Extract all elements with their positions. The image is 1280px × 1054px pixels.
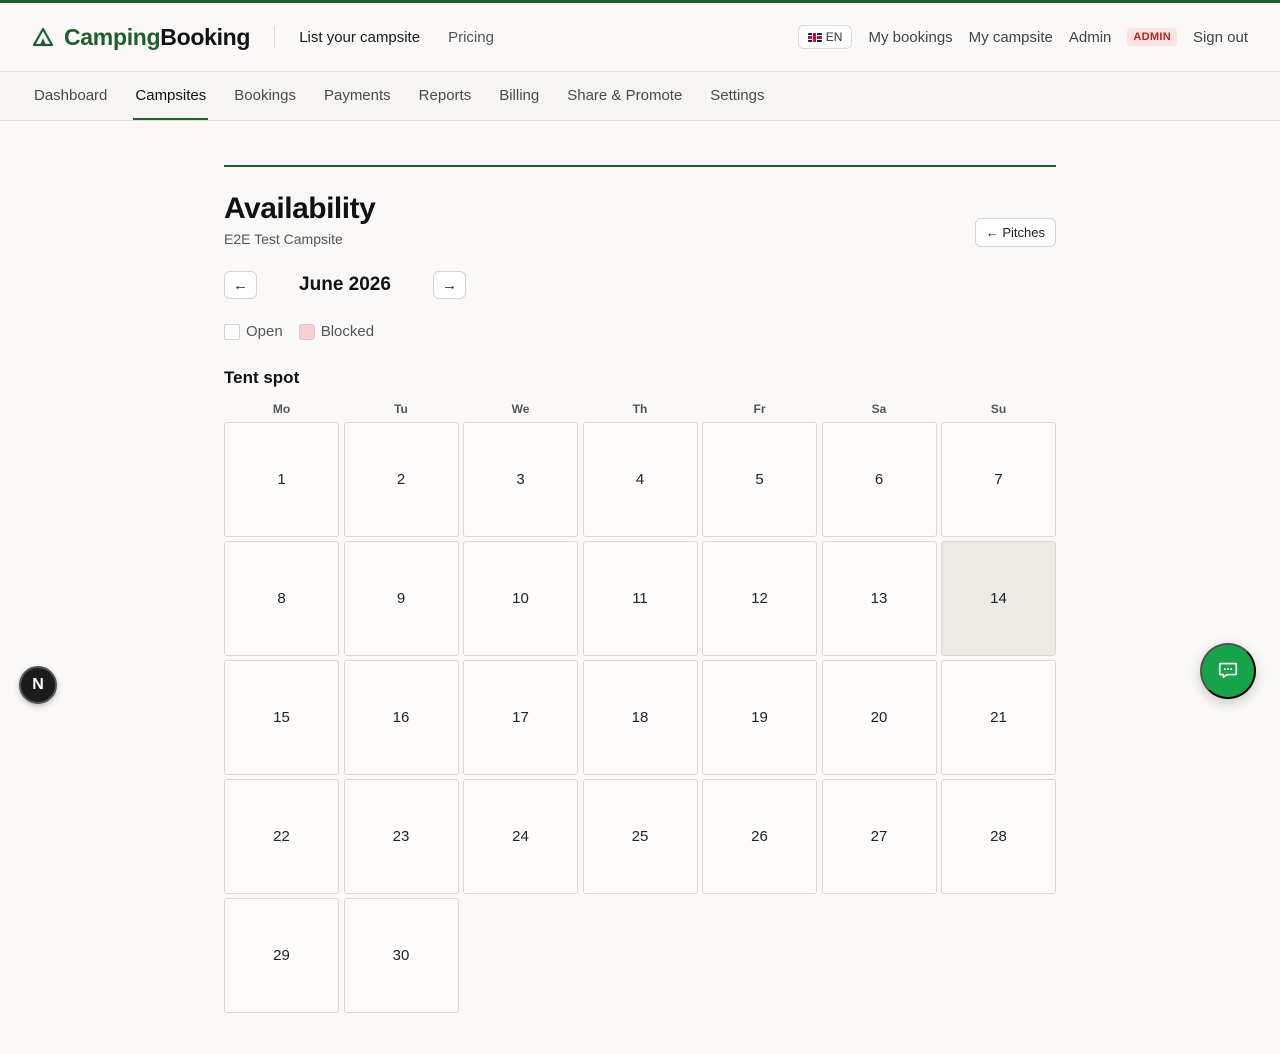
top-header: CampingBooking List your campsite Pricin… <box>0 3 1280 72</box>
page-title: Availability <box>224 192 376 225</box>
language-selector[interactable]: EN <box>797 25 853 49</box>
sign-out-link[interactable]: Sign out <box>1193 29 1248 46</box>
section-nav: Dashboard Campsites Bookings Payments Re… <box>0 72 1280 121</box>
weekday-label: Fr <box>753 402 766 416</box>
calendar-day[interactable]: 27 <box>821 779 937 894</box>
main-content: Availability E2E Test Campsite ← Pitches… <box>224 165 1056 1013</box>
calendar-day[interactable]: 22 <box>224 779 339 894</box>
header-divider <box>274 26 276 48</box>
uk-flag-icon <box>807 32 822 42</box>
calendar-day[interactable]: 11 <box>582 541 698 656</box>
calendar-day[interactable]: 20 <box>821 660 937 775</box>
weekday-label: Su <box>990 402 1007 416</box>
tab-settings[interactable]: Settings <box>708 72 766 120</box>
pitch-title: Tent spot <box>224 368 300 387</box>
calendar-day[interactable]: 8 <box>224 541 339 656</box>
calendar-day[interactable]: 23 <box>343 779 459 894</box>
tent-icon <box>32 27 54 47</box>
calendar-day[interactable]: 28 <box>941 779 1056 894</box>
n-badge[interactable]: N <box>19 666 57 704</box>
legend-open: Open <box>224 323 283 340</box>
tab-bookings[interactable]: Bookings <box>232 72 298 120</box>
legend: Open Blocked <box>224 323 1056 340</box>
calendar-day[interactable]: 24 <box>463 779 578 894</box>
legend-open-label: Open <box>246 323 283 340</box>
back-to-pitches-button[interactable]: ← Pitches <box>974 218 1056 247</box>
tab-payments[interactable]: Payments <box>322 72 393 120</box>
calendar-day[interactable]: 14 <box>941 541 1056 656</box>
weekday-header: Mo Tu We Th Fr Sa Su <box>224 402 1056 416</box>
calendar-day[interactable]: 7 <box>941 422 1056 537</box>
calendar-day[interactable]: 6 <box>821 422 937 537</box>
top-links: List your campsite Pricing <box>299 29 494 46</box>
calendar-day[interactable]: 13 <box>821 541 937 656</box>
legend-blocked: Blocked <box>298 323 375 340</box>
admin-badge: ADMIN <box>1127 28 1177 46</box>
calendar-day[interactable]: 29 <box>224 898 339 1013</box>
language-label: EN <box>825 30 843 44</box>
calendar-day[interactable]: 10 <box>463 541 578 656</box>
brand-name-part2: Booking <box>160 23 251 50</box>
my-bookings-link[interactable]: My bookings <box>868 29 952 46</box>
weekday-label: Th <box>632 402 648 416</box>
list-campsite-link[interactable]: List your campsite <box>299 29 420 46</box>
page-header: Availability E2E Test Campsite ← Pitches <box>224 191 1056 247</box>
section-rule <box>224 165 1056 167</box>
month-label: June 2026 <box>299 274 391 295</box>
pricing-link[interactable]: Pricing <box>448 29 494 46</box>
next-month-button[interactable]: → <box>433 271 466 299</box>
tab-dashboard[interactable]: Dashboard <box>32 72 109 120</box>
weekday-label: Sa <box>871 402 887 416</box>
month-navigator: ← June 2026 → <box>224 271 1056 299</box>
chat-icon <box>1217 659 1239 684</box>
calendar-day[interactable]: 17 <box>463 660 578 775</box>
blocked-swatch <box>298 323 315 340</box>
brand[interactable]: CampingBooking <box>32 24 250 51</box>
calendar-day[interactable]: 4 <box>582 422 698 537</box>
calendar-day[interactable]: 21 <box>941 660 1056 775</box>
prev-month-button[interactable]: ← <box>224 271 257 299</box>
brand-name: CampingBooking <box>64 24 250 51</box>
tab-reports[interactable]: Reports <box>417 72 474 120</box>
calendar-day[interactable]: 26 <box>702 779 817 894</box>
admin-link[interactable]: Admin <box>1069 29 1112 46</box>
calendar-day[interactable]: 16 <box>343 660 459 775</box>
weekday-label: We <box>511 402 530 416</box>
calendar-day[interactable]: 5 <box>702 422 817 537</box>
calendar-day[interactable]: 19 <box>702 660 817 775</box>
open-swatch <box>224 323 240 340</box>
brand-name-part1: Camping <box>64 23 161 50</box>
tab-billing[interactable]: Billing <box>497 72 541 120</box>
calendar-day[interactable]: 1 <box>224 422 339 537</box>
tab-campsites[interactable]: Campsites <box>133 72 209 120</box>
calendar-day[interactable]: 12 <box>702 541 817 656</box>
calendar-day[interactable]: 30 <box>343 898 459 1013</box>
calendar-day[interactable]: 9 <box>343 541 459 656</box>
weekday-label: Mo <box>272 402 291 416</box>
calendar-grid: 1 2 3 4 5 6 7 8 9 10 11 12 13 14 15 16 17 18 19 20 21 22 23 24 2… <box>224 422 1056 1013</box>
calendar-day[interactable]: 25 <box>582 779 698 894</box>
calendar-day[interactable]: 18 <box>582 660 698 775</box>
calendar-day[interactable]: 15 <box>224 660 339 775</box>
account-nav: EN My bookings My campsite Admin ADMIN S… <box>797 25 1248 49</box>
chat-button[interactable] <box>1200 643 1256 699</box>
calendar-day[interactable]: 2 <box>343 422 459 537</box>
weekday-label: Tu <box>394 402 408 416</box>
campsite-name: E2E Test Campsite <box>224 231 343 247</box>
tab-share-promote[interactable]: Share & Promote <box>565 72 684 120</box>
legend-blocked-label: Blocked <box>320 323 375 340</box>
my-campsite-link[interactable]: My campsite <box>969 29 1053 46</box>
calendar-day[interactable]: 3 <box>463 422 578 537</box>
